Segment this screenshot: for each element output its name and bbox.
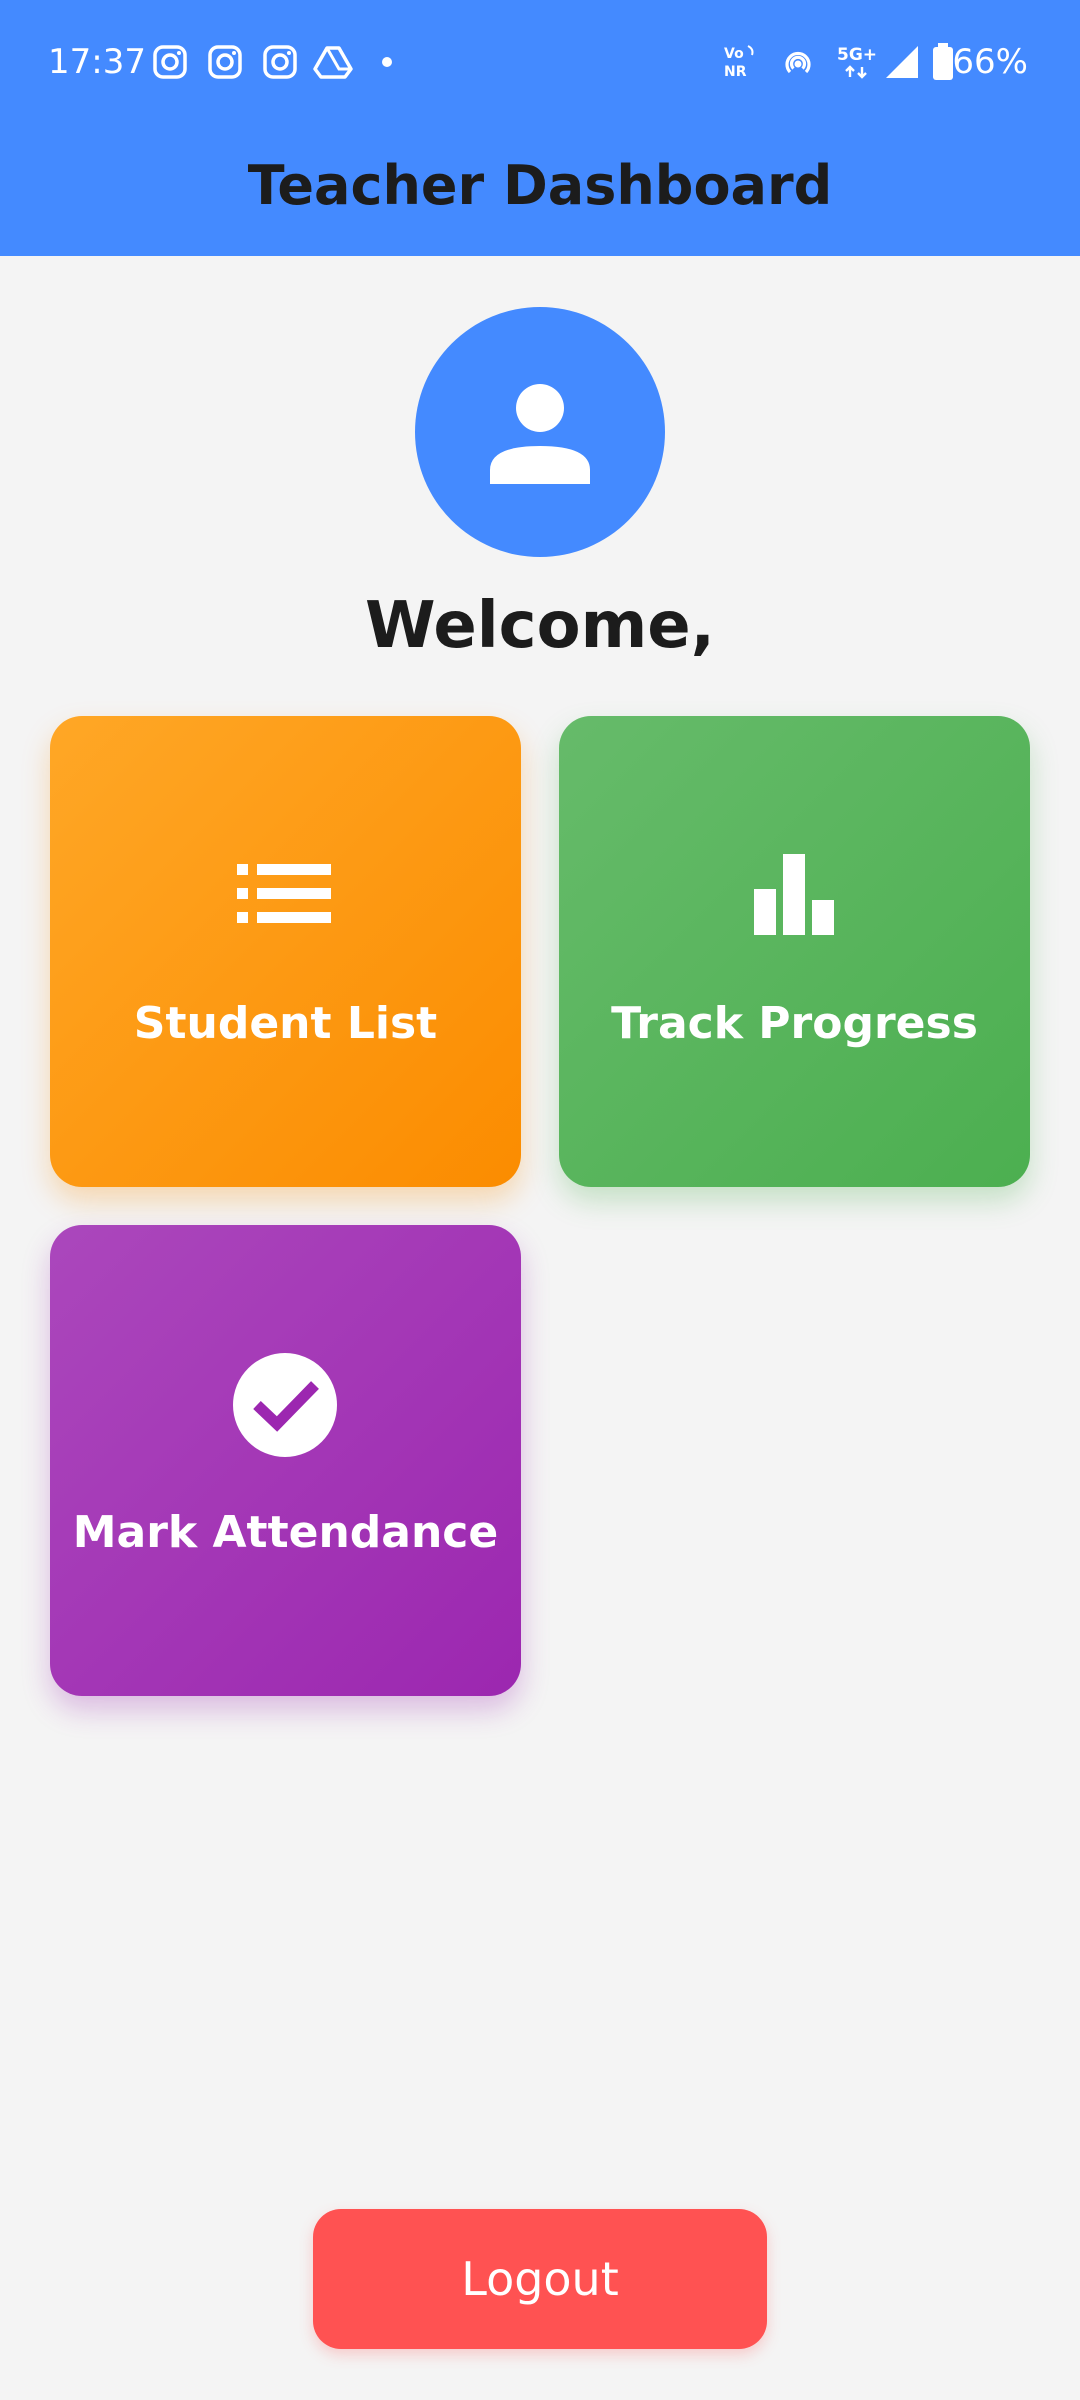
status-time: 17:37 [48, 42, 146, 82]
svg-text:NR: NR [724, 64, 747, 80]
mark-attendance-card[interactable]: Mark Attendance [50, 1225, 521, 1696]
signal-icon [882, 42, 922, 82]
track-progress-card[interactable]: Track Progress [559, 716, 1030, 1187]
student-list-label: Student List [133, 998, 438, 1049]
svg-text:Vo: Vo [724, 46, 744, 62]
mark-attendance-label: Mark Attendance [72, 1507, 499, 1558]
bar-chart-icon [742, 844, 846, 948]
dot-icon [375, 42, 415, 82]
page-title: Teacher Dashboard [247, 154, 833, 217]
check-circle-icon [233, 1353, 337, 1457]
student-list-card[interactable]: Student List [50, 716, 521, 1187]
vonr-icon: Vo NR [722, 42, 760, 82]
app-bar: 17:37 Vo NR 5G+ 66% Teacher Dashboard [0, 0, 1080, 256]
instagram-icon [205, 42, 245, 82]
instagram-icon [260, 42, 300, 82]
battery-percentage: 66% [952, 42, 1028, 82]
status-bar: 17:37 Vo NR 5G+ 66% [0, 0, 1080, 124]
hotspot-icon [778, 42, 818, 82]
instagram-icon [150, 42, 190, 82]
drive-icon [313, 42, 353, 82]
list-icon [233, 844, 337, 948]
svg-text:5G+: 5G+ [837, 45, 877, 65]
welcome-text: Welcome, [365, 589, 715, 663]
5g-plus-icon: 5G+ [836, 42, 880, 82]
avatar[interactable] [415, 307, 665, 557]
track-progress-label: Track Progress [611, 998, 978, 1049]
person-icon [490, 384, 590, 484]
logout-button[interactable]: Logout [313, 2209, 767, 2349]
